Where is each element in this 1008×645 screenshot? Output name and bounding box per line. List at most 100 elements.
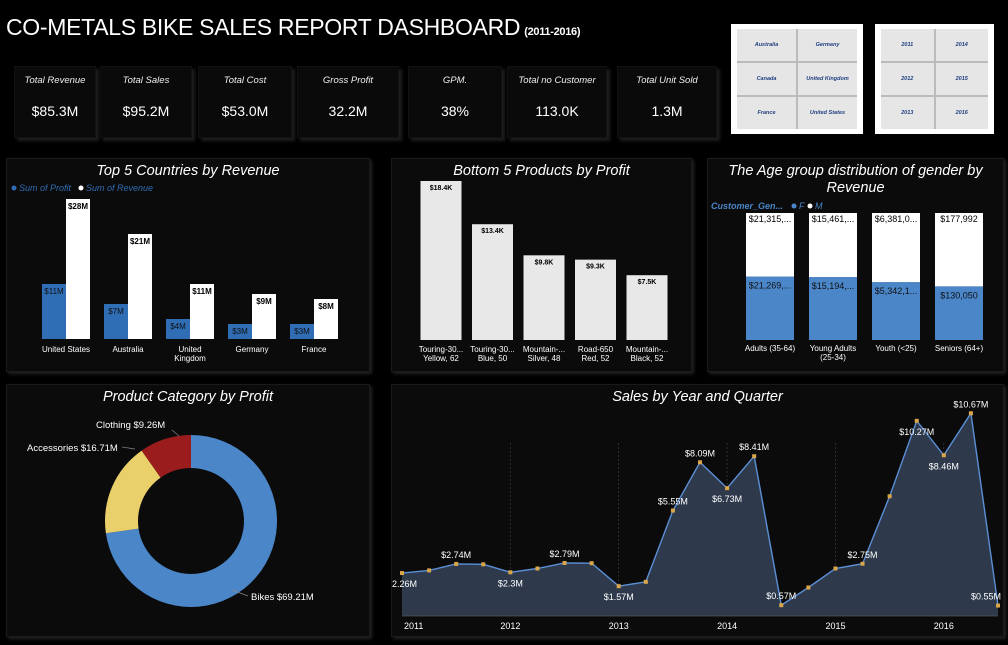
kpi-card-total-sales: Total Sales $95.2M xyxy=(100,66,192,138)
kpi-label: Total Unit Sold xyxy=(636,75,698,86)
legend-marker-profit xyxy=(11,185,17,191)
data-label-male: $6,381,0... xyxy=(875,214,918,224)
x-tick-label: Mountain-... Black, 52 xyxy=(626,345,668,363)
data-label: $2.79M xyxy=(550,549,580,559)
x-tick-label: Seniors (64+) xyxy=(935,344,984,353)
bar-product xyxy=(575,259,616,340)
kpi-value: $85.3M xyxy=(31,103,79,119)
kpi-label: Total no Customer xyxy=(518,75,596,86)
data-label-profit: $3M xyxy=(294,327,310,336)
data-point xyxy=(427,568,432,573)
year-slicer[interactable]: 2011 2014 2012 2015 2013 2016 xyxy=(875,24,994,134)
data-point xyxy=(725,486,730,491)
country-slicer[interactable]: Australia Germany Canada United Kingdom … xyxy=(731,24,863,134)
slicer-item-year[interactable]: 2014 xyxy=(935,29,988,61)
data-label: $2.26M xyxy=(392,579,417,589)
kpi-value: $95.2M xyxy=(122,103,170,119)
data-label: $8.09M xyxy=(685,448,715,458)
product-category-chart: Bikes $69.21M Accessories $16.71M Clothing… xyxy=(27,420,314,607)
product-category-panel: Product Category by Profit Bikes $69.21M… xyxy=(6,384,370,637)
data-point xyxy=(833,566,838,571)
leader-line-clothing xyxy=(171,429,180,437)
data-label: $2.75M xyxy=(848,550,878,560)
bar-product xyxy=(472,224,513,340)
dashboard-title: CO-METALS BIKE SALES REPORT DASHBOARD (20… xyxy=(6,14,581,41)
kpi-label: Total Revenue xyxy=(24,75,86,86)
data-point xyxy=(996,603,1000,608)
data-label-revenue: $11M xyxy=(192,287,212,296)
top-countries-panel: Top 5 Countries by Revenue Sum of Profit… xyxy=(6,158,370,372)
data-label-female: $21,269,... xyxy=(749,281,792,291)
slicer-item-country[interactable]: United Kingdom xyxy=(798,63,857,95)
x-tick-label: Australia xyxy=(112,345,144,354)
kpi-card-total-customers: Total no Customer 113.0K xyxy=(507,66,607,138)
slice-label-clothing: Clothing $9.26M xyxy=(96,420,165,431)
x-tick-label: Young Adults (25-34) xyxy=(810,344,856,362)
slice-label-bikes: Bikes $69.21M xyxy=(251,592,314,603)
kpi-label: Total Cost xyxy=(223,75,267,86)
slicer-item-country[interactable]: Germany xyxy=(798,29,857,61)
kpi-card-total-units: Total Unit Sold 1.3M xyxy=(617,66,717,138)
data-label-revenue: $8M xyxy=(318,302,334,311)
data-label: $8.41M xyxy=(739,442,769,452)
data-label-profit: $7M xyxy=(108,307,124,316)
legend-marker-m xyxy=(807,203,813,209)
legend-label-revenue: Sum of Revenue xyxy=(86,183,153,193)
data-label: $1.57M xyxy=(604,592,634,602)
kpi-value: 32.2M xyxy=(328,103,368,119)
x-tick-label: Touring-30... Yellow, 62 xyxy=(419,345,463,363)
data-label-female: $130,050 xyxy=(940,290,978,300)
kpi-value: 1.3M xyxy=(651,103,683,119)
slicer-item-year[interactable]: 2016 xyxy=(935,97,988,129)
kpi-label: Total Sales xyxy=(122,75,170,86)
data-point xyxy=(752,454,757,459)
x-tick-label: 2016 xyxy=(934,621,954,631)
x-tick-label: France xyxy=(302,345,327,354)
data-label-female: $5,342,1... xyxy=(875,286,918,296)
data-point xyxy=(643,579,648,584)
data-point xyxy=(779,603,784,608)
top-countries-chart: Sum of Profit Sum of Revenue $11M $28M Unite… xyxy=(11,183,338,363)
kpi-card-total-cost: Total Cost $53.0M xyxy=(198,66,292,138)
data-point xyxy=(535,566,540,571)
slicer-item-year[interactable]: 2012 xyxy=(881,63,934,95)
kpi-card-gross-profit: Gross Profit 32.2M xyxy=(297,66,399,138)
slicer-item-year[interactable]: 2015 xyxy=(935,63,988,95)
slicer-item-country[interactable]: Australia xyxy=(737,29,796,61)
sales-trend-panel: Sales by Year and Quarter 2011 2012 2013 20… xyxy=(391,384,1004,637)
data-label-profit: $3M xyxy=(232,327,248,336)
bar-segment-male xyxy=(935,213,983,287)
x-tick-label: Youth (<25) xyxy=(875,344,917,353)
bar-product xyxy=(420,181,462,340)
data-point xyxy=(941,453,946,458)
data-point xyxy=(589,561,594,566)
x-tick-label: United States xyxy=(42,345,90,354)
data-point xyxy=(400,571,404,576)
slicer-item-year[interactable]: 2011 xyxy=(881,29,934,61)
kpi-label: GPM. xyxy=(442,75,468,86)
data-point xyxy=(454,561,459,566)
kpi-card-total-revenue: Total Revenue $85.3M xyxy=(14,66,96,138)
data-point xyxy=(508,570,513,575)
slicer-item-country[interactable]: United States xyxy=(798,97,857,129)
legend-marker-revenue xyxy=(78,185,84,191)
x-tick-label: Adults (35-64) xyxy=(745,344,796,353)
data-label: $9.8K xyxy=(535,259,554,266)
data-point xyxy=(914,418,919,423)
bottom-products-chart: $18.4K Touring-30... Yellow, 62 $13.4K Touri… xyxy=(419,181,668,363)
slice-label-accessories: Accessories $16.71M xyxy=(27,443,118,454)
x-tick-label: Mountain-... Silver, 48 xyxy=(523,345,565,363)
legend-label-m: M xyxy=(815,201,823,211)
data-point xyxy=(968,411,973,416)
slicer-item-country[interactable]: France xyxy=(737,97,796,129)
data-point xyxy=(698,460,702,465)
data-label-profit: $11M xyxy=(44,287,64,296)
data-point xyxy=(670,508,675,513)
kpi-value: $53.0M xyxy=(221,103,269,119)
data-point xyxy=(562,560,567,565)
x-tick-label: 2013 xyxy=(609,621,629,631)
slicer-item-country[interactable]: Canada xyxy=(737,63,796,95)
data-label: $7.5K xyxy=(638,279,657,286)
data-label: $0.57M xyxy=(766,591,796,601)
slicer-item-year[interactable]: 2013 xyxy=(881,97,934,129)
